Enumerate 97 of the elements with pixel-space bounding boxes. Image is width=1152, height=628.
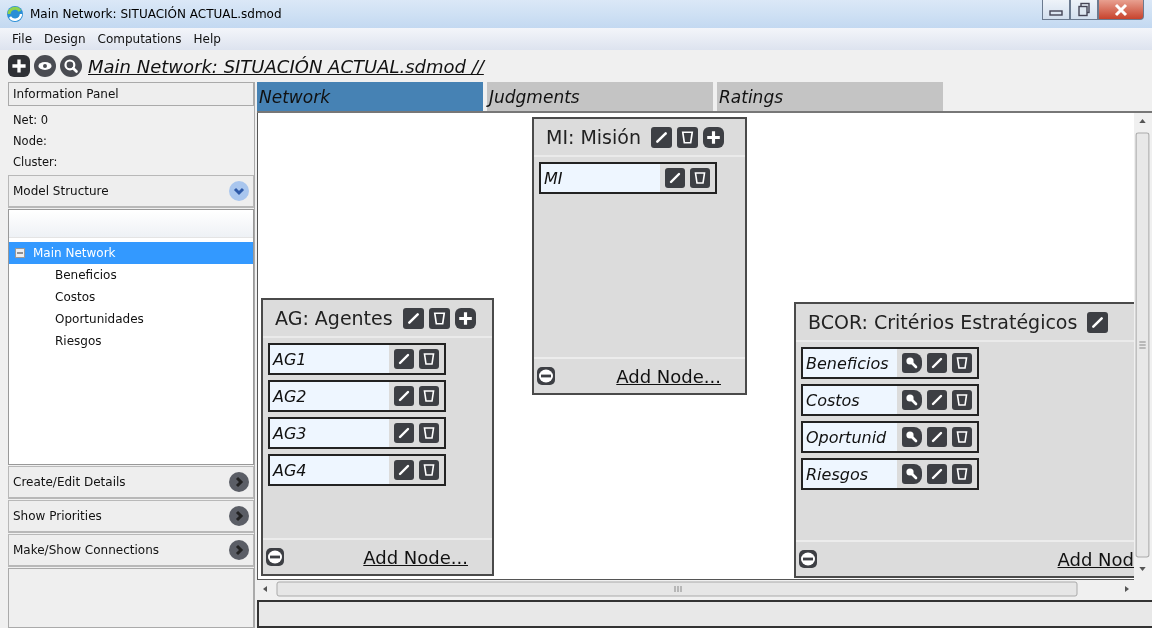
search-button[interactable] (902, 390, 922, 411)
delete-button[interactable] (419, 460, 439, 481)
node-item[interactable]: AG3 (268, 417, 446, 450)
section-title: Make/Show Connections (13, 543, 159, 557)
edit-button[interactable] (927, 427, 947, 448)
add-node-link[interactable]: Add Node... (616, 365, 721, 387)
cluster-panel[interactable]: AG: Agentes AG1 AG2 AG3 AG4 Add Node... (261, 298, 494, 577)
tree-item[interactable]: Oportunidades (9, 308, 253, 330)
edit-button[interactable] (1087, 311, 1109, 333)
info-text: Net: 0 (13, 112, 50, 129)
delete-button[interactable] (428, 307, 450, 329)
menu-item[interactable]: File (6, 32, 39, 46)
node-label: Oportunid (806, 427, 887, 447)
node-item[interactable]: Costos (801, 384, 979, 417)
delete-button[interactable] (676, 126, 698, 148)
tab[interactable]: Network (257, 82, 483, 112)
add-node-link[interactable]: Add Node... (363, 546, 468, 568)
add-button[interactable] (8, 55, 30, 77)
menu-item[interactable]: Help (187, 32, 227, 46)
info-text: Cluster: (13, 154, 59, 171)
search-button[interactable] (902, 464, 922, 485)
collapse-button[interactable] (536, 366, 556, 387)
node-item[interactable]: AG2 (268, 380, 446, 413)
chevron-icon[interactable] (229, 472, 249, 492)
add-button[interactable] (454, 307, 476, 329)
panel-header[interactable]: Information Panel (8, 82, 254, 106)
edit-button[interactable] (394, 423, 414, 444)
chevron-icon[interactable] (229, 506, 249, 526)
cluster-title: AG: Agentes (275, 307, 393, 330)
tab[interactable]: Ratings (717, 82, 943, 112)
cluster-panel[interactable]: BCOR: Critérios Estratégicos Beneficios Costos Oportunid Riesgos Add Nod (794, 302, 1134, 579)
node-label: AG4 (273, 460, 307, 480)
node-label: Beneficios (806, 353, 889, 373)
delete-button[interactable] (952, 464, 972, 485)
section-title: Model Structure (13, 184, 109, 198)
delete-button[interactable] (952, 390, 972, 411)
edit-button[interactable] (402, 307, 424, 329)
edit-button[interactable] (650, 126, 672, 148)
delete-button[interactable] (952, 427, 972, 448)
node-label: Costos (806, 390, 860, 410)
search-button[interactable] (902, 353, 922, 374)
tree-item[interactable]: Beneficios (9, 264, 253, 286)
breadcrumb-link[interactable]: Main Network: SITUACIÓN ACTUAL.sdmod // (88, 55, 484, 77)
edit-button[interactable] (394, 349, 414, 370)
edit-button[interactable] (927, 464, 947, 485)
collapse-icon[interactable] (15, 248, 25, 258)
window-title: Main Network: SITUACIÓN ACTUAL.sdmod (30, 7, 282, 21)
delete-button[interactable] (419, 423, 439, 444)
edit-button[interactable] (394, 386, 414, 407)
delete-button[interactable] (419, 349, 439, 370)
edit-button[interactable] (394, 460, 414, 481)
app-icon (6, 5, 24, 23)
node-label: AG3 (273, 423, 307, 443)
add-node-link[interactable]: Add Nod (1057, 548, 1134, 570)
add-button[interactable] (702, 126, 724, 148)
delete-button[interactable] (419, 386, 439, 407)
edit-button[interactable] (927, 353, 947, 374)
section-header[interactable]: Show Priorities (8, 500, 254, 533)
node-label: AG2 (273, 386, 307, 406)
cluster-title: BCOR: Critérios Estratégicos (808, 311, 1078, 334)
chevron-icon[interactable] (229, 540, 249, 560)
section-header[interactable]: Create/Edit Details (8, 466, 254, 499)
edit-button[interactable] (927, 390, 947, 411)
close-icon (1114, 2, 1128, 17)
tree-item[interactable]: Costos (9, 286, 253, 308)
minimize-button[interactable] (1042, 0, 1070, 20)
node-item[interactable]: Beneficios (801, 347, 979, 380)
section-title: Create/Edit Details (13, 475, 126, 489)
tab[interactable]: Judgments (487, 82, 713, 112)
node-label: MI (544, 168, 563, 188)
node-item[interactable]: MI (539, 162, 717, 195)
edit-button[interactable] (665, 168, 685, 189)
view-button[interactable] (34, 55, 56, 77)
maximize-button[interactable] (1070, 0, 1098, 20)
minimize-icon (1049, 9, 1063, 16)
node-label: AG1 (273, 349, 307, 369)
collapse-button[interactable] (798, 549, 818, 570)
tree-item[interactable]: Riesgos (9, 330, 253, 352)
node-item[interactable]: AG4 (268, 454, 446, 487)
menu-item[interactable]: Design (38, 32, 92, 46)
section-title: Show Priorities (13, 509, 102, 523)
node-item[interactable]: AG1 (268, 343, 446, 376)
cluster-title: MI: Misión (546, 126, 641, 149)
section-header[interactable]: Make/Show Connections (8, 534, 254, 567)
delete-button[interactable] (952, 353, 972, 374)
zoom-button[interactable] (60, 55, 82, 77)
info-text: Node: (13, 133, 48, 150)
menu-item[interactable]: Computations (91, 32, 188, 46)
search-button[interactable] (902, 427, 922, 448)
section-header[interactable]: Model Structure (8, 175, 254, 208)
cluster-panel[interactable]: MI: Misión MI Add Node... (532, 117, 747, 396)
node-item[interactable]: Riesgos (801, 458, 979, 491)
delete-button[interactable] (690, 168, 710, 189)
node-item[interactable]: Oportunid (801, 421, 979, 454)
node-label: Riesgos (806, 464, 869, 484)
collapse-button[interactable] (265, 547, 285, 568)
close-button[interactable] (1098, 0, 1144, 20)
